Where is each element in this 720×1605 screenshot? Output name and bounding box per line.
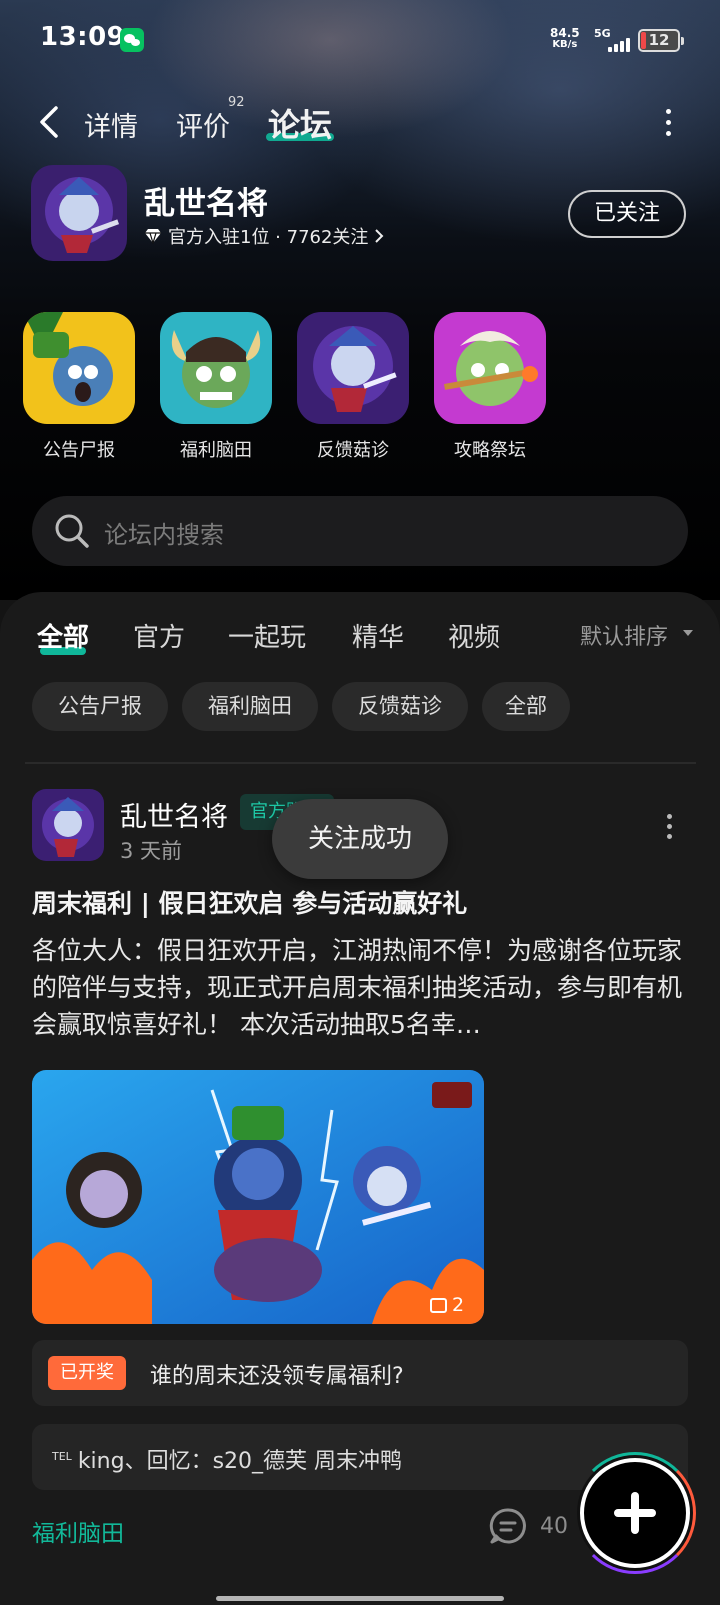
tab-forum[interactable]: 论坛 xyxy=(268,100,332,146)
feed-tab-play-together[interactable]: 一起玩 xyxy=(228,617,306,654)
app-header: 乱世名将 官方入驻1位 · 7762关注 已关注 xyxy=(31,165,691,265)
forum-feed-sheet: 全部 官方 一起玩 精华 视频 默认排序 公告尸报 福利脑田 反馈菇诊 全部 乱… xyxy=(0,592,720,1605)
battery-icon: 12 xyxy=(638,29,684,52)
chevron-right-icon xyxy=(375,229,384,243)
announcements-icon xyxy=(23,312,135,424)
image-icon xyxy=(430,1297,447,1313)
follow-success-toast: 关注成功 xyxy=(272,799,448,879)
shortcut-announcements[interactable]: 公告尸报 xyxy=(23,312,135,462)
shortcut-label: 反馈菇诊 xyxy=(317,440,389,461)
shortcut-guides[interactable]: 攻略祭坛 xyxy=(434,312,546,462)
post-body[interactable]: 各位大人：假日狂欢开启，江湖热闹不停！为感谢各位玩家的陪伴与支持，现正式开启周末… xyxy=(32,932,692,1043)
comment-count-text: 40 xyxy=(540,1513,568,1539)
forum-shortcuts: 公告尸报 福利脑田 反馈菇诊 攻略祭坛 xyxy=(23,312,703,462)
tel-prefix: TEL xyxy=(52,1449,72,1463)
post-image[interactable] xyxy=(32,1070,484,1324)
reviews-count-badge: 92 xyxy=(228,95,245,110)
sort-dropdown[interactable]: 默认排序 xyxy=(580,619,668,651)
feed-tab-all[interactable]: 全部 xyxy=(37,617,89,654)
benefits-icon xyxy=(160,312,272,424)
diamond-icon xyxy=(145,229,161,244)
shortcut-label: 公告尸报 xyxy=(43,440,115,461)
feed-tab-featured[interactable]: 精华 xyxy=(352,617,404,654)
shortcut-feedback[interactable]: 反馈菇诊 xyxy=(297,312,409,462)
net-speed: 84.5 KB/s xyxy=(550,27,580,51)
feed-tab-official[interactable]: 官方 xyxy=(133,617,185,654)
comment-icon xyxy=(489,1508,526,1544)
image-count-text: 2 xyxy=(452,1294,465,1316)
shortcut-label: 攻略祭坛 xyxy=(454,440,526,461)
post-author[interactable]: 乱世名将 xyxy=(120,795,228,834)
app-name: 乱世名将 xyxy=(144,186,268,222)
feed-tab-video[interactable]: 视频 xyxy=(448,617,500,654)
more-options-icon[interactable] xyxy=(664,109,672,137)
shortcut-benefits[interactable]: 福利脑田 xyxy=(160,312,272,462)
chip-feedback[interactable]: 反馈菇诊 xyxy=(332,682,468,731)
chip-announcements[interactable]: 公告尸报 xyxy=(32,682,168,731)
net-speed-unit: KB/s xyxy=(552,39,578,50)
top-nav: 详情 评价 92 论坛 xyxy=(0,95,720,155)
post-more-icon[interactable] xyxy=(667,814,673,840)
search-icon xyxy=(55,514,89,548)
guides-icon xyxy=(434,312,546,424)
lottery-status-badge: 已开奖 xyxy=(48,1356,126,1390)
search-placeholder: 论坛内搜索 xyxy=(104,521,224,549)
app-meta[interactable]: 官方入驻1位 · 7762关注 xyxy=(144,223,384,249)
chip-all[interactable]: 全部 xyxy=(482,682,570,731)
create-post-button[interactable] xyxy=(574,1452,696,1574)
status-bar: 13:09 84.5 KB/s 5G 12 xyxy=(0,0,720,80)
shortcut-label: 福利脑田 xyxy=(180,440,252,461)
status-time: 13:09 xyxy=(40,22,126,52)
tab-details[interactable]: 详情 xyxy=(84,105,138,144)
tab-reviews[interactable]: 评价 xyxy=(176,105,230,144)
follow-button[interactable]: 已关注 xyxy=(568,190,686,238)
comment-preview-text: TEL king、回忆：s20_德芙 周末冲鸭 xyxy=(52,1449,403,1474)
lottery-title: 谁的周末还没领专属福利? xyxy=(150,1364,404,1389)
app-icon[interactable] xyxy=(31,165,127,261)
chip-benefits[interactable]: 福利脑田 xyxy=(182,682,318,731)
feedback-icon xyxy=(297,312,409,424)
caret-down-icon xyxy=(683,630,693,636)
post-title[interactable]: 周末福利 | 假日狂欢启 参与活动赢好礼 xyxy=(32,884,467,920)
battery-level: 12 xyxy=(648,31,670,49)
back-arrow-icon[interactable] xyxy=(38,105,60,139)
post-section-tag[interactable]: 福利脑田 xyxy=(32,1514,124,1548)
wechat-icon xyxy=(120,28,144,52)
divider xyxy=(25,762,696,764)
forum-search-input[interactable]: 论坛内搜索 xyxy=(32,496,688,566)
avatar[interactable] xyxy=(32,789,104,861)
home-indicator[interactable] xyxy=(216,1596,504,1601)
lottery-entry[interactable]: 已开奖 谁的周末还没领专属福利? xyxy=(32,1340,688,1406)
post-time: 3 天前 xyxy=(120,839,183,863)
signal-icon xyxy=(600,38,634,52)
app-meta-text: 官方入驻1位 · 7762关注 xyxy=(168,227,369,248)
net-speed-value: 84.5 xyxy=(550,26,580,40)
image-count: 2 xyxy=(430,1294,464,1316)
